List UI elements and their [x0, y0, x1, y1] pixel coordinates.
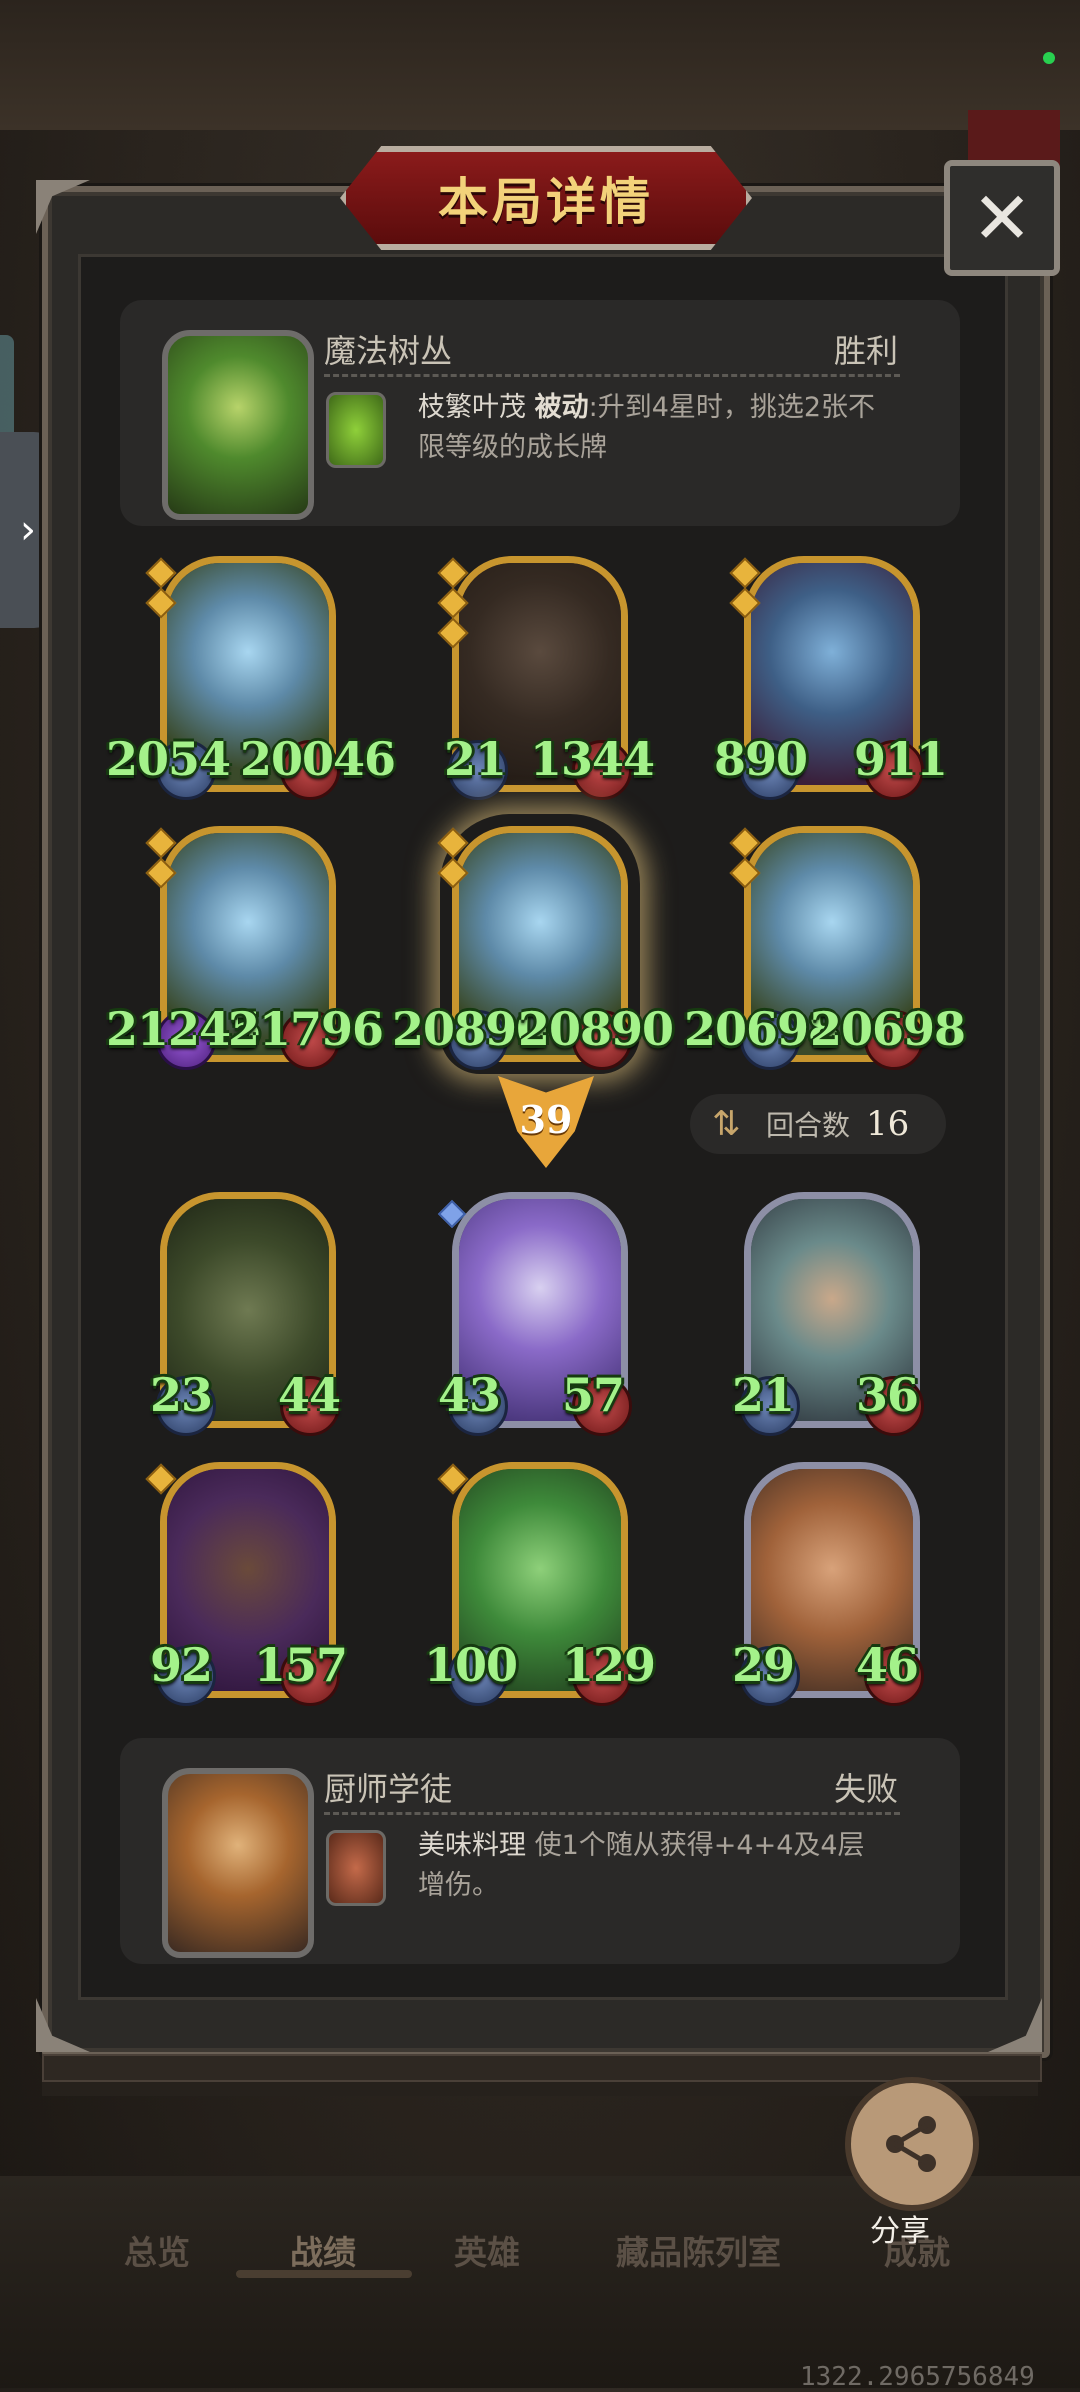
star-rating: [729, 827, 761, 892]
minion-card[interactable]: 21 36: [732, 1192, 924, 1436]
minion-card[interactable]: 890 911: [714, 556, 948, 800]
dialog-title: 本局详情: [438, 173, 654, 231]
hero-name: 厨师学徒: [324, 1770, 453, 1808]
health-value: 20698: [810, 1002, 966, 1056]
turns-value: 16: [866, 1104, 910, 1144]
minion-card-highlighted[interactable]: 20890 20890: [392, 826, 674, 1070]
divider: [324, 1812, 900, 1815]
skill-name: 枝繁叶茂: [418, 392, 526, 423]
frame-rail: [42, 2054, 1042, 2082]
hero-portrait-magic-bush[interactable]: [162, 330, 314, 520]
share-button[interactable]: [845, 2077, 979, 2211]
turn-counter: ⇅ 回合数 16: [690, 1094, 946, 1154]
hero-result: 胜利: [833, 332, 898, 370]
star-rating: [437, 827, 469, 892]
minion-card[interactable]: 21245 21796: [106, 826, 384, 1070]
attack-value: 100: [424, 1638, 518, 1692]
health-value: 44: [278, 1368, 341, 1422]
health-value: 20046: [240, 732, 396, 786]
minion-card[interactable]: 92 157: [145, 1462, 348, 1706]
health-value: 157: [254, 1638, 348, 1692]
nav-collection[interactable]: 藏品陈列室: [616, 2226, 781, 2274]
star-rating: [145, 557, 177, 622]
attack-value: 21: [732, 1368, 795, 1422]
skill-icon-cooking[interactable]: [326, 1830, 386, 1906]
close-button[interactable]: ✕: [944, 160, 1060, 276]
hero-result: 失败: [833, 1770, 898, 1808]
title-plaque: 本局详情: [340, 146, 752, 250]
top-background: [0, 0, 1080, 130]
refresh-icon: ⇅: [712, 1104, 741, 1144]
star-rating: [729, 557, 761, 622]
minion-card[interactable]: 100 129: [424, 1462, 656, 1706]
share-label: 分享: [870, 2214, 930, 2249]
attack-value: 2054: [106, 732, 231, 786]
nav-overview[interactable]: 总览: [124, 2226, 190, 2274]
hero-portrait-chef-apprentice[interactable]: [162, 1768, 314, 1958]
share-icon: [886, 2116, 936, 2172]
skill-icon-leaf[interactable]: [326, 392, 386, 468]
star-rating: [145, 1463, 177, 1498]
attack-value: 29: [732, 1638, 795, 1692]
attack-value: 890: [714, 732, 808, 786]
star-rating: [437, 1463, 469, 1498]
skill-name: 美味料理: [418, 1830, 526, 1861]
health-value: 20890: [518, 1002, 674, 1056]
nav-records[interactable]: 战绩: [290, 2226, 356, 2274]
chevron-right-icon: ›: [20, 507, 36, 553]
hero-name: 魔法树丛: [324, 332, 453, 370]
status-indicator: [1043, 52, 1055, 64]
divider: [324, 374, 900, 377]
health-value: 21796: [228, 1002, 384, 1056]
minion-card[interactable]: 29 46: [732, 1462, 924, 1706]
minion-card[interactable]: 21 1344: [437, 556, 655, 800]
star-rating: [437, 557, 469, 652]
health-value: 1344: [530, 732, 655, 786]
health-value: 57: [562, 1368, 625, 1422]
attack-value: 21: [444, 732, 507, 786]
health-value: 129: [562, 1638, 656, 1692]
minion-card[interactable]: 2054 20046: [106, 556, 396, 800]
attack-value: 92: [150, 1638, 213, 1692]
attack-value: 23: [150, 1368, 213, 1422]
loser-hero-panel: 厨师学徒 失败 美味料理 使1个随从获得+4+4及4层增伤。: [120, 1738, 960, 1964]
minion-card[interactable]: 20698 20698: [684, 826, 966, 1070]
winner-hero-panel: 魔法树丛 胜利 枝繁叶茂 被动:升到4星时，挑选2张不限等级的成长牌: [120, 300, 960, 526]
minion-card[interactable]: 43 57: [437, 1192, 632, 1436]
health-value: 911: [854, 732, 948, 786]
turns-label: 回合数: [766, 1109, 851, 1142]
minion-card[interactable]: 23 44: [150, 1192, 341, 1436]
skill-description: 枝繁叶茂 被动:升到4星时，挑选2张不限等级的成长牌: [418, 388, 878, 468]
health-value: 36: [856, 1368, 919, 1422]
left-edge-strip: [0, 335, 14, 443]
close-icon: ✕: [971, 176, 1033, 260]
nav-heroes[interactable]: 英雄: [454, 2226, 520, 2274]
health-value: 46: [856, 1638, 919, 1692]
skill-description: 美味料理 使1个随从获得+4+4及4层增伤。: [418, 1826, 878, 1906]
skill-type: 被动: [534, 392, 589, 423]
star-rating: [145, 827, 177, 892]
attack-value: 43: [438, 1368, 501, 1422]
level-value: 39: [519, 1096, 573, 1142]
nav-active-indicator: [236, 2270, 412, 2278]
